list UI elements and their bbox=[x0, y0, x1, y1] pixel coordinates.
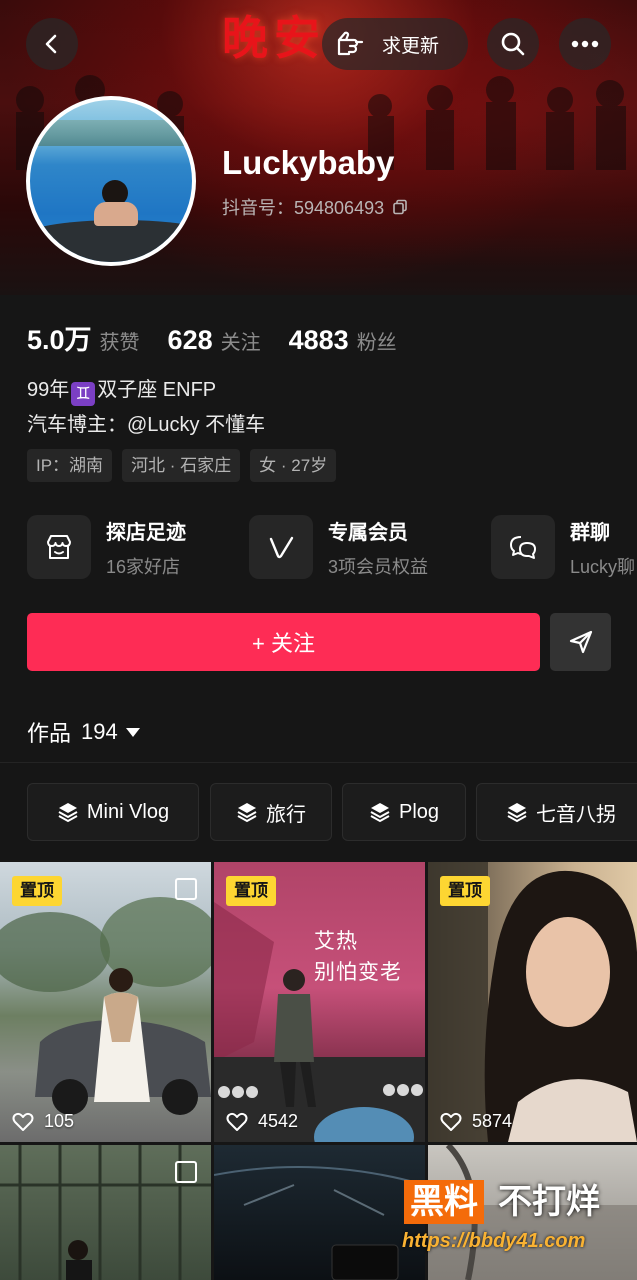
cover-title: 晚安 bbox=[222, 11, 326, 65]
profile-cover: 晚安 求更新 Luckybaby 抖音号：594806493 bbox=[0, 0, 637, 295]
multi-image-icon bbox=[175, 1161, 197, 1183]
feature-membership[interactable]: 专属会员 3项会员权益 bbox=[249, 514, 428, 580]
dropdown-caret-icon bbox=[125, 727, 140, 737]
vip-icon bbox=[269, 536, 294, 559]
multi-image-icon bbox=[175, 878, 197, 900]
pinned-badge: 置顶 bbox=[12, 876, 62, 906]
search-button[interactable] bbox=[487, 18, 539, 70]
request-update-button[interactable]: 求更新 bbox=[322, 18, 468, 70]
thumbnail-car-dashboard-photo bbox=[214, 1166, 425, 1280]
chevron-left-icon bbox=[45, 34, 57, 54]
tag-gender-age: 女 · 27岁 bbox=[250, 449, 337, 482]
tag-location: 河北 · 石家庄 bbox=[122, 449, 241, 482]
shop-icon bbox=[47, 535, 71, 559]
pinned-badge: 置顶 bbox=[226, 876, 276, 906]
video-tile[interactable]: 置顶 5874 bbox=[428, 862, 637, 1142]
video-tile[interactable] bbox=[0, 1145, 211, 1280]
like-count: 4542 bbox=[226, 1111, 298, 1132]
tag-ip: IP：湖南 bbox=[27, 449, 113, 482]
more-dots-icon bbox=[571, 40, 599, 48]
username: Luckybaby bbox=[222, 144, 395, 181]
gemini-icon: ♊ bbox=[71, 382, 96, 406]
send-icon bbox=[569, 630, 592, 654]
layers-icon bbox=[370, 803, 390, 823]
collection-travel[interactable]: 旅行 bbox=[210, 783, 332, 841]
layers-icon bbox=[237, 803, 257, 823]
collection-mini-vlog[interactable]: Mini Vlog bbox=[27, 783, 199, 841]
feature-shop-visits[interactable]: 探店足迹 16家好店 bbox=[27, 514, 186, 580]
heart-icon bbox=[440, 1112, 462, 1131]
stat-likes[interactable]: 5.0万 获赞 bbox=[27, 318, 140, 357]
heart-icon bbox=[12, 1112, 34, 1131]
like-count: 105 bbox=[12, 1111, 74, 1132]
douyin-id: 抖音号：594806493 bbox=[222, 194, 408, 220]
search-icon bbox=[501, 32, 525, 56]
video-tile[interactable]: 置顶 105 bbox=[0, 862, 211, 1142]
request-update-label: 求更新 bbox=[382, 35, 440, 57]
stat-following[interactable]: 628 关注 bbox=[168, 325, 261, 356]
profile-tags: IP：湖南 河北 · 石家庄 女 · 27岁 bbox=[27, 449, 346, 482]
collection-tabs: Mini Vlog 旅行 Plog 七音八拐 bbox=[27, 783, 637, 841]
group-chat-icon bbox=[510, 536, 536, 559]
follow-button[interactable]: + 关注 bbox=[27, 613, 540, 671]
pinned-badge: 置顶 bbox=[440, 876, 490, 906]
copy-icon[interactable] bbox=[392, 199, 408, 215]
share-button[interactable] bbox=[550, 613, 611, 671]
collection-qiyin[interactable]: 七音八拐 bbox=[476, 783, 637, 841]
stat-followers[interactable]: 4883 粉丝 bbox=[289, 325, 397, 356]
works-tab[interactable]: 作品 194 bbox=[27, 716, 140, 748]
profile-stats: 5.0万 获赞 628 关注 4883 粉丝 bbox=[27, 318, 425, 357]
more-button[interactable] bbox=[559, 18, 611, 70]
bio-line-2: 汽车博主：@Lucky 不懂车 bbox=[27, 414, 266, 436]
video-tile[interactable] bbox=[214, 1145, 425, 1280]
feature-group-chat[interactable]: 群聊 Lucky聊 bbox=[491, 514, 635, 580]
layers-icon bbox=[58, 803, 78, 823]
heart-icon bbox=[226, 1112, 248, 1131]
layers-icon bbox=[507, 803, 527, 823]
avatar[interactable] bbox=[26, 96, 196, 266]
feature-cards: 探店足迹 16家好店 专属会员 3项会员权益 群聊 Lucky聊 bbox=[27, 514, 637, 582]
back-button[interactable] bbox=[26, 18, 78, 70]
watermark: 黑料 不打烊 https://bbdy41.com bbox=[400, 1180, 637, 1280]
works-count: 194 bbox=[81, 719, 118, 744]
bio: 99年 ♊ 双子座 ENFP 汽车博主：@Lucky 不懂车 bbox=[27, 373, 265, 443]
like-count: 5874 bbox=[440, 1111, 512, 1132]
collection-plog[interactable]: Plog bbox=[342, 783, 466, 841]
divider bbox=[0, 762, 637, 763]
bio-line-1: 99年 ♊ 双子座 ENFP bbox=[27, 373, 265, 408]
video-overlay-text: 艾热 别怕变老 bbox=[314, 930, 402, 984]
pointing-hand-icon bbox=[337, 31, 364, 56]
video-tile[interactable]: 艾热 别怕变老 置顶 4542 bbox=[214, 862, 425, 1142]
